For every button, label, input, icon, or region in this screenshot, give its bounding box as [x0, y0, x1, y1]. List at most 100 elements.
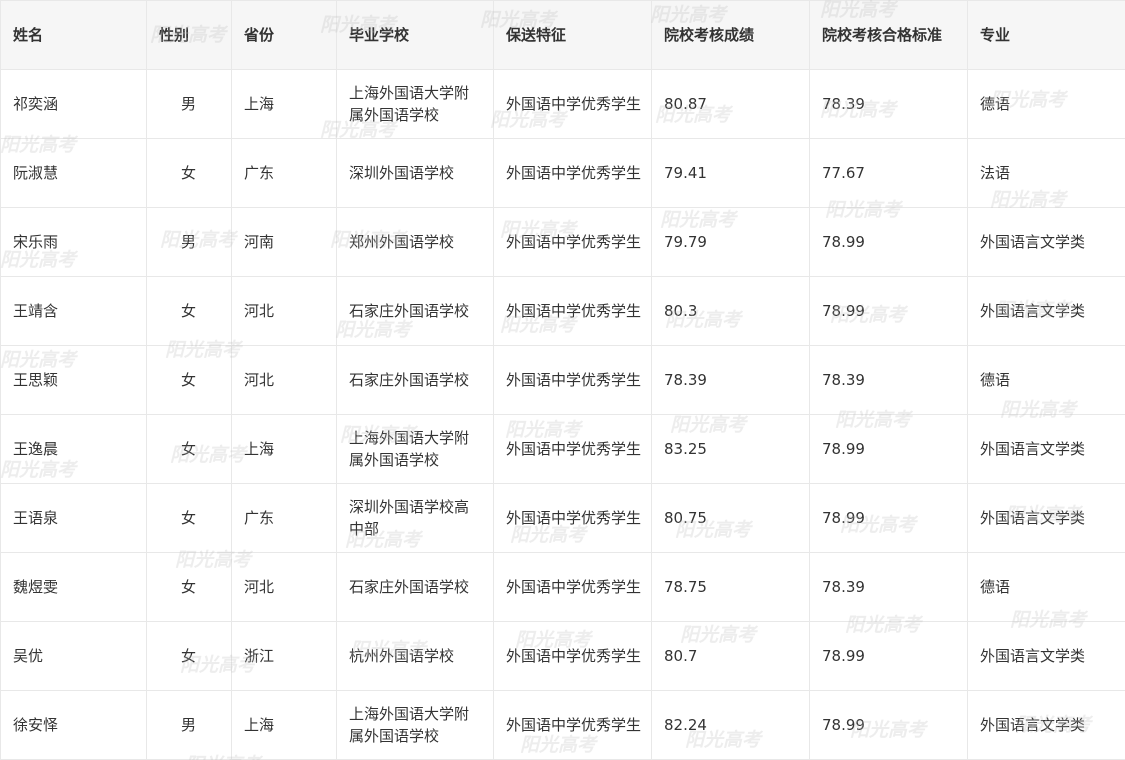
header-province: 省份 — [231, 0, 337, 70]
cell-school: 石家庄外国语学校 — [336, 276, 494, 346]
cell-name: 王思颖 — [0, 345, 147, 415]
cell-gender: 男 — [146, 207, 232, 277]
cell-score: 80.75 — [651, 483, 810, 553]
cell-major: 外国语言文学类 — [967, 690, 1125, 760]
cell-feature: 外国语中学优秀学生 — [493, 207, 652, 277]
cell-major: 外国语言文学类 — [967, 276, 1125, 346]
cell-feature: 外国语中学优秀学生 — [493, 138, 652, 208]
header-score: 院校考核成绩 — [651, 0, 810, 70]
cell-major: 法语 — [967, 138, 1125, 208]
header-school: 毕业学校 — [336, 0, 494, 70]
header-gender: 性别 — [146, 0, 232, 70]
cell-province: 河北 — [231, 345, 337, 415]
table-row: 王靖含女河北 石家庄外国语学校 外国语中学优秀学生 80.3 78.99 外国语言文学类 — [0, 276, 1125, 346]
cell-province: 河北 — [231, 552, 337, 622]
cell-feature: 外国语中学优秀学生 — [493, 345, 652, 415]
cell-name: 王语泉 — [0, 483, 147, 553]
cell-school: 杭州外国语学校 — [336, 621, 494, 691]
header-pass-standard: 院校考核合格标准 — [809, 0, 968, 70]
cell-province: 河北 — [231, 276, 337, 346]
cell-gender: 女 — [146, 552, 232, 622]
cell-pass-standard: 77.67 — [809, 138, 968, 208]
cell-name: 阮淑慧 — [0, 138, 147, 208]
cell-school: 石家庄外国语学校 — [336, 345, 494, 415]
cell-province: 上海 — [231, 690, 337, 760]
cell-major: 德语 — [967, 552, 1125, 622]
cell-name: 魏煜雯 — [0, 552, 147, 622]
header-feature: 保送特征 — [493, 0, 652, 70]
cell-pass-standard: 78.39 — [809, 69, 968, 139]
cell-province: 广东 — [231, 483, 337, 553]
table-header: 姓名 性别 省份 毕业学校 保送特征 院校考核成绩 院校考核合格标准 专业 — [0, 0, 1125, 70]
table-row: 王思颖女河北 石家庄外国语学校 外国语中学优秀学生 78.39 78.39 德语 — [0, 345, 1125, 415]
cell-name: 徐安怿 — [0, 690, 147, 760]
cell-province: 上海 — [231, 69, 337, 139]
cell-major: 外国语言文学类 — [967, 207, 1125, 277]
cell-feature: 外国语中学优秀学生 — [493, 414, 652, 484]
cell-school: 深圳外国语学校高中部 — [336, 483, 494, 553]
cell-major: 外国语言文学类 — [967, 483, 1125, 553]
cell-major: 德语 — [967, 345, 1125, 415]
cell-pass-standard: 78.99 — [809, 621, 968, 691]
cell-score: 80.87 — [651, 69, 810, 139]
cell-score: 80.7 — [651, 621, 810, 691]
table-row: 王逸晨女上海 上海外国语大学附属外国语学校 外国语中学优秀学生 83.25 78.99 外… — [0, 414, 1125, 484]
cell-pass-standard: 78.99 — [809, 276, 968, 346]
cell-school: 深圳外国语学校 — [336, 138, 494, 208]
cell-gender: 女 — [146, 138, 232, 208]
table-row: 徐安怿男上海 上海外国语大学附属外国语学校 外国语中学优秀学生 82.24 78.99 外… — [0, 690, 1125, 760]
cell-name: 祁奕涵 — [0, 69, 147, 139]
cell-gender: 女 — [146, 414, 232, 484]
cell-name: 王逸晨 — [0, 414, 147, 484]
table-row: 祁奕涵男上海 上海外国语大学附属外国语学校 外国语中学优秀学生 80.87 78.39 德… — [0, 69, 1125, 139]
cell-school: 上海外国语大学附属外国语学校 — [336, 690, 494, 760]
cell-gender: 男 — [146, 690, 232, 760]
cell-feature: 外国语中学优秀学生 — [493, 621, 652, 691]
cell-feature: 外国语中学优秀学生 — [493, 69, 652, 139]
table-body: 祁奕涵男上海 上海外国语大学附属外国语学校 外国语中学优秀学生 80.87 78.39 德… — [0, 69, 1125, 760]
cell-pass-standard: 78.99 — [809, 483, 968, 553]
cell-school: 石家庄外国语学校 — [336, 552, 494, 622]
cell-pass-standard: 78.99 — [809, 207, 968, 277]
admission-table: 姓名 性别 省份 毕业学校 保送特征 院校考核成绩 院校考核合格标准 专业 祁奕… — [0, 0, 1125, 760]
cell-name: 宋乐雨 — [0, 207, 147, 277]
cell-name: 王靖含 — [0, 276, 147, 346]
cell-feature: 外国语中学优秀学生 — [493, 483, 652, 553]
cell-major: 外国语言文学类 — [967, 621, 1125, 691]
cell-pass-standard: 78.39 — [809, 345, 968, 415]
cell-gender: 男 — [146, 69, 232, 139]
cell-score: 79.79 — [651, 207, 810, 277]
cell-province: 河南 — [231, 207, 337, 277]
table-row: 阮淑慧女广东 深圳外国语学校 外国语中学优秀学生 79.41 77.67 法语 — [0, 138, 1125, 208]
cell-major: 外国语言文学类 — [967, 414, 1125, 484]
cell-gender: 女 — [146, 276, 232, 346]
table-row: 王语泉女广东 深圳外国语学校高中部 外国语中学优秀学生 80.75 78.99 外国语言文… — [0, 483, 1125, 553]
header-row: 姓名 性别 省份 毕业学校 保送特征 院校考核成绩 院校考核合格标准 专业 — [0, 0, 1125, 70]
cell-score: 78.75 — [651, 552, 810, 622]
cell-pass-standard: 78.99 — [809, 690, 968, 760]
cell-score: 79.41 — [651, 138, 810, 208]
header-major: 专业 — [967, 0, 1125, 70]
cell-province: 浙江 — [231, 621, 337, 691]
cell-school: 郑州外国语学校 — [336, 207, 494, 277]
cell-score: 82.24 — [651, 690, 810, 760]
cell-school: 上海外国语大学附属外国语学校 — [336, 414, 494, 484]
header-name: 姓名 — [0, 0, 147, 70]
cell-gender: 女 — [146, 621, 232, 691]
cell-gender: 女 — [146, 483, 232, 553]
cell-school: 上海外国语大学附属外国语学校 — [336, 69, 494, 139]
cell-province: 广东 — [231, 138, 337, 208]
cell-score: 80.3 — [651, 276, 810, 346]
cell-feature: 外国语中学优秀学生 — [493, 690, 652, 760]
cell-gender: 女 — [146, 345, 232, 415]
table-row: 吴优女浙江 杭州外国语学校 外国语中学优秀学生 80.7 78.99 外国语言文学类 — [0, 621, 1125, 691]
table-row: 魏煜雯女河北 石家庄外国语学校 外国语中学优秀学生 78.75 78.39 德语 — [0, 552, 1125, 622]
cell-pass-standard: 78.99 — [809, 414, 968, 484]
table-row: 宋乐雨男河南 郑州外国语学校 外国语中学优秀学生 79.79 78.99 外国语言文学类 — [0, 207, 1125, 277]
cell-pass-standard: 78.39 — [809, 552, 968, 622]
cell-feature: 外国语中学优秀学生 — [493, 552, 652, 622]
cell-feature: 外国语中学优秀学生 — [493, 276, 652, 346]
cell-province: 上海 — [231, 414, 337, 484]
cell-name: 吴优 — [0, 621, 147, 691]
cell-score: 83.25 — [651, 414, 810, 484]
